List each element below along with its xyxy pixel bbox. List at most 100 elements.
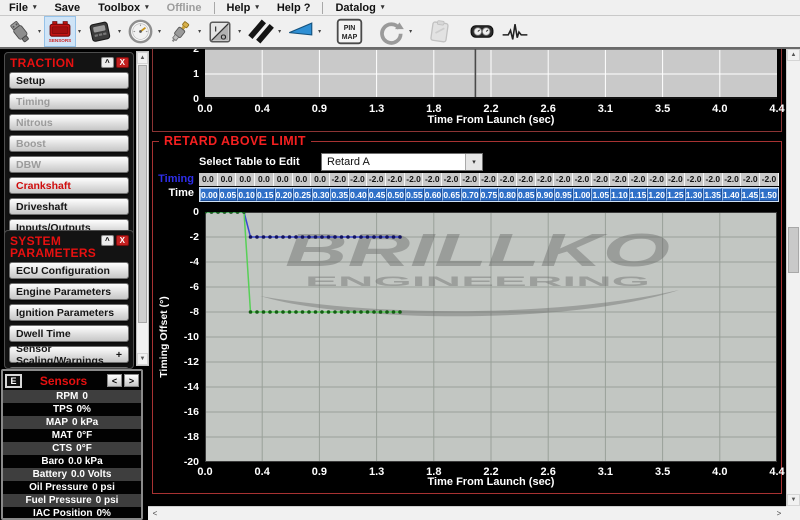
scroll-up-button[interactable]: ▲: [137, 52, 148, 64]
time-cell[interactable]: 0.00: [200, 188, 219, 201]
timing-cell[interactable]: -2.0: [704, 173, 723, 186]
time-cell[interactable]: 1.40: [722, 188, 741, 201]
menu-item-save[interactable]: Save: [45, 0, 89, 15]
menu-item-datalog[interactable]: Datalog▾: [326, 0, 393, 15]
select-table-dropdown[interactable]: Retard A ▾: [321, 153, 483, 171]
time-cell[interactable]: 0.95: [554, 188, 573, 201]
menu-item-file[interactable]: File▾: [0, 0, 45, 15]
time-cell[interactable]: 0.35: [330, 188, 349, 201]
timing-cell[interactable]: -2.0: [386, 173, 405, 186]
time-cell[interactable]: 0.45: [368, 188, 387, 201]
retard-chart-plot[interactable]: BRILLKOENGINEERING: [205, 212, 777, 462]
sensors-prev-button[interactable]: <: [107, 374, 122, 387]
sidebar-item-driveshaft[interactable]: Driveshaft: [9, 198, 129, 215]
timing-cell[interactable]: -2.0: [667, 173, 686, 186]
main-horizontal-scrollbar[interactable]: < >: [148, 506, 786, 520]
timing-cell[interactable]: -2.0: [629, 173, 648, 186]
main-vertical-scrollbar[interactable]: ▲ ▼: [786, 49, 800, 506]
close-button[interactable]: X: [116, 235, 129, 246]
timing-cell[interactable]: -2.0: [648, 173, 667, 186]
gauges-button[interactable]: [466, 16, 498, 47]
timing-cell[interactable]: -2.0: [760, 173, 779, 186]
timing-cell[interactable]: -2.0: [592, 173, 611, 186]
sidebar-item-ignition-parameters[interactable]: Ignition Parameters: [9, 304, 129, 321]
timing-cell[interactable]: -2.0: [498, 173, 517, 186]
time-cell[interactable]: 1.05: [591, 188, 610, 201]
top-chart-plot[interactable]: [205, 49, 777, 99]
timing-cell[interactable]: 0.0: [199, 173, 218, 186]
time-cell[interactable]: 1.15: [629, 188, 648, 201]
time-cell[interactable]: 1.45: [741, 188, 760, 201]
handheld-tuner-button[interactable]: [84, 16, 116, 47]
time-cell[interactable]: 1.00: [573, 188, 592, 201]
dropdown-arrow-icon[interactable]: ▾: [318, 28, 321, 35]
timing-cell[interactable]: -2.0: [349, 173, 368, 186]
time-cell[interactable]: 0.50: [386, 188, 405, 201]
scroll-up-button[interactable]: ▲: [787, 49, 800, 61]
time-cell[interactable]: 1.25: [666, 188, 685, 201]
timing-cell[interactable]: 0.0: [255, 173, 274, 186]
timing-cell[interactable]: -2.0: [480, 173, 499, 186]
time-cell[interactable]: 0.25: [293, 188, 312, 201]
dropdown-arrow-icon[interactable]: ▾: [118, 28, 121, 35]
dropdown-arrow-icon[interactable]: ▾: [409, 28, 412, 35]
time-cell[interactable]: 0.20: [275, 188, 294, 201]
dropdown-arrow-icon[interactable]: ▾: [38, 28, 41, 35]
scroll-down-button[interactable]: ▼: [787, 494, 800, 506]
clipboard-button[interactable]: [424, 16, 456, 47]
sensors-next-button[interactable]: >: [124, 374, 139, 387]
time-cell[interactable]: 1.10: [610, 188, 629, 201]
menu-item-help[interactable]: Help▾: [218, 0, 268, 15]
chevron-down-icon[interactable]: ▾: [465, 154, 482, 170]
dropdown-arrow-icon[interactable]: ▾: [238, 28, 241, 35]
timing-cell[interactable]: -2.0: [573, 173, 592, 186]
timing-cell[interactable]: 0.0: [293, 173, 312, 186]
sidebar-item-dwell-time[interactable]: Dwell Time: [9, 325, 129, 342]
collapse-button[interactable]: ^: [101, 235, 114, 246]
timing-cell[interactable]: -2.0: [554, 173, 573, 186]
menu-item-toolbox[interactable]: Toolbox▾: [89, 0, 157, 15]
scroll-down-button[interactable]: ▼: [137, 353, 148, 365]
spark-plug-button[interactable]: [164, 16, 196, 47]
dropdown-arrow-icon[interactable]: ▾: [158, 28, 161, 35]
time-cell[interactable]: 0.85: [517, 188, 536, 201]
time-cell[interactable]: 0.10: [237, 188, 256, 201]
sidebar-item-crankshaft[interactable]: Crankshaft: [9, 177, 129, 194]
time-cell[interactable]: 0.15: [256, 188, 275, 201]
wedge-button[interactable]: [284, 16, 316, 47]
timing-cell[interactable]: 0.0: [236, 173, 255, 186]
timing-cell[interactable]: -2.0: [723, 173, 742, 186]
timing-cell[interactable]: -2.0: [517, 173, 536, 186]
sidebar-item-engine-parameters[interactable]: Engine Parameters: [9, 283, 129, 300]
timing-cell[interactable]: -2.0: [405, 173, 424, 186]
time-cell[interactable]: 0.40: [349, 188, 368, 201]
scrollbar-thumb[interactable]: [788, 227, 799, 273]
scrollbar-thumb[interactable]: [138, 65, 147, 323]
timing-cell[interactable]: -2.0: [461, 173, 480, 186]
scroll-left-button[interactable]: <: [148, 507, 162, 520]
sidebar-item-sensor-scaling-warnings[interactable]: Sensor Scaling/Warnings+: [9, 346, 129, 363]
timing-cell[interactable]: -2.0: [442, 173, 461, 186]
collapse-button[interactable]: ^: [101, 57, 114, 68]
time-cell[interactable]: 1.35: [703, 188, 722, 201]
dropdown-arrow-icon[interactable]: ▾: [78, 28, 81, 35]
dropdown-arrow-icon[interactable]: ▾: [198, 28, 201, 35]
time-cell[interactable]: 0.70: [461, 188, 480, 201]
pin-map-button[interactable]: PINMAP: [333, 16, 365, 47]
io-button[interactable]: IO: [204, 16, 236, 47]
time-cell[interactable]: 0.30: [312, 188, 331, 201]
timing-cell[interactable]: -2.0: [367, 173, 386, 186]
time-cell[interactable]: 0.80: [498, 188, 517, 201]
sidebar-item-setup[interactable]: Setup: [9, 72, 129, 89]
pulse-button[interactable]: [499, 16, 531, 47]
sidebar-scrollbar[interactable]: ▲ ▼: [136, 51, 149, 366]
timing-cell[interactable]: -2.0: [423, 173, 442, 186]
menu-item-help[interactable]: Help ?: [268, 0, 320, 15]
sync-button[interactable]: [375, 16, 407, 47]
timing-cell[interactable]: 0.0: [274, 173, 293, 186]
time-cell[interactable]: 0.75: [480, 188, 499, 201]
timing-cell[interactable]: -2.0: [610, 173, 629, 186]
timing-cell[interactable]: -2.0: [685, 173, 704, 186]
timing-cell[interactable]: -2.0: [330, 173, 349, 186]
ecu-sensors-button[interactable]: SENSORS: [44, 16, 76, 47]
